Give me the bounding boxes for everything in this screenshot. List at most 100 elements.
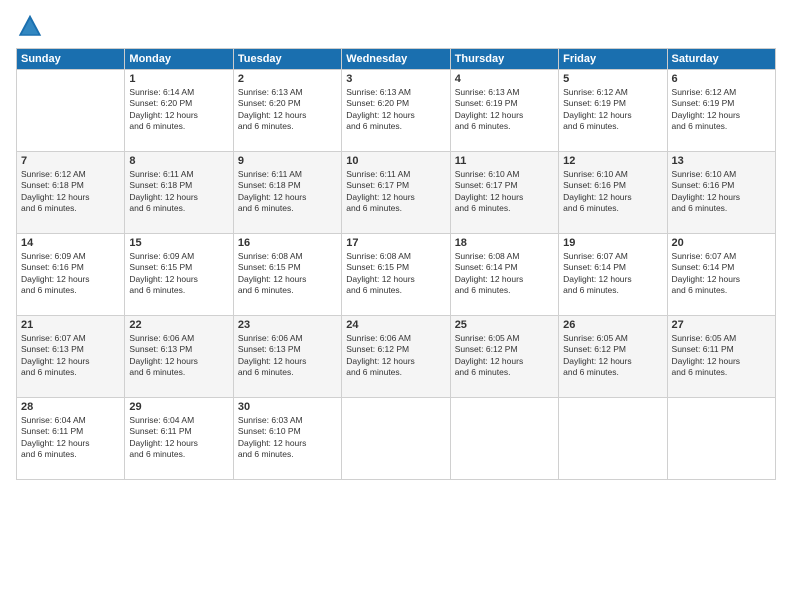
calendar-cell: 15 Sunrise: 6:09 AMSunset: 6:15 PMDayligh… [125,234,233,316]
logo-icon [16,12,44,40]
calendar-cell: 5 Sunrise: 6:12 AMSunset: 6:19 PMDaylight… [559,70,667,152]
day-number: 10 [346,155,445,167]
cell-info: Sunrise: 6:10 AMSunset: 6:16 PMDaylight:… [563,169,662,215]
calendar-cell: 16 Sunrise: 6:08 AMSunset: 6:15 PMDayligh… [233,234,341,316]
cell-info: Sunrise: 6:08 AMSunset: 6:15 PMDaylight:… [238,251,337,297]
day-number: 4 [455,73,554,85]
day-number: 26 [563,319,662,331]
calendar-cell: 29 Sunrise: 6:04 AMSunset: 6:11 PMDayligh… [125,398,233,480]
calendar-cell [342,398,450,480]
day-number: 29 [129,401,228,413]
cell-info: Sunrise: 6:12 AMSunset: 6:18 PMDaylight:… [21,169,120,215]
cell-info: Sunrise: 6:13 AMSunset: 6:19 PMDaylight:… [455,87,554,133]
day-header-monday: Monday [125,49,233,70]
day-number: 27 [672,319,771,331]
day-number: 1 [129,73,228,85]
cell-info: Sunrise: 6:13 AMSunset: 6:20 PMDaylight:… [346,87,445,133]
day-header-wednesday: Wednesday [342,49,450,70]
day-number: 15 [129,237,228,249]
header [16,12,776,40]
cell-info: Sunrise: 6:12 AMSunset: 6:19 PMDaylight:… [672,87,771,133]
calendar-week-1: 1 Sunrise: 6:14 AMSunset: 6:20 PMDaylight… [17,70,776,152]
calendar-cell: 6 Sunrise: 6:12 AMSunset: 6:19 PMDaylight… [667,70,775,152]
day-header-friday: Friday [559,49,667,70]
calendar-cell: 11 Sunrise: 6:10 AMSunset: 6:17 PMDayligh… [450,152,558,234]
cell-info: Sunrise: 6:10 AMSunset: 6:16 PMDaylight:… [672,169,771,215]
day-number: 18 [455,237,554,249]
calendar-cell: 14Sunrise: 6:09 AMSunset: 6:16 PMDayligh… [17,234,125,316]
day-number: 19 [563,237,662,249]
cell-info: Sunrise: 6:03 AMSunset: 6:10 PMDaylight:… [238,415,337,461]
page: SundayMondayTuesdayWednesdayThursdayFrid… [0,0,792,612]
cell-info: Sunrise: 6:10 AMSunset: 6:17 PMDaylight:… [455,169,554,215]
calendar-cell [559,398,667,480]
day-number: 5 [563,73,662,85]
cell-info: Sunrise: 6:04 AMSunset: 6:11 PMDaylight:… [21,415,120,461]
day-number: 28 [21,401,120,413]
calendar-cell: 13 Sunrise: 6:10 AMSunset: 6:16 PMDayligh… [667,152,775,234]
day-number: 8 [129,155,228,167]
calendar-cell: 19 Sunrise: 6:07 AMSunset: 6:14 PMDayligh… [559,234,667,316]
calendar-cell: 18 Sunrise: 6:08 AMSunset: 6:14 PMDayligh… [450,234,558,316]
calendar-cell: 21 Sunrise: 6:07 AMSunset: 6:13 PMDayligh… [17,316,125,398]
cell-info: Sunrise: 6:07 AMSunset: 6:14 PMDaylight:… [672,251,771,297]
day-number: 9 [238,155,337,167]
cell-info: Sunrise: 6:13 AMSunset: 6:20 PMDaylight:… [238,87,337,133]
calendar-cell [17,70,125,152]
day-header-thursday: Thursday [450,49,558,70]
cell-info: Sunrise: 6:04 AMSunset: 6:11 PMDaylight:… [129,415,228,461]
calendar-week-5: 28 Sunrise: 6:04 AMSunset: 6:11 PMDayligh… [17,398,776,480]
calendar-cell: 20 Sunrise: 6:07 AMSunset: 6:14 PMDayligh… [667,234,775,316]
calendar-week-3: 14Sunrise: 6:09 AMSunset: 6:16 PMDayligh… [17,234,776,316]
calendar-cell [450,398,558,480]
cell-info: Sunrise: 6:11 AMSunset: 6:18 PMDaylight:… [238,169,337,215]
day-number: 24 [346,319,445,331]
cell-info: Sunrise: 6:12 AMSunset: 6:19 PMDaylight:… [563,87,662,133]
day-number: 17 [346,237,445,249]
calendar-cell: 3 Sunrise: 6:13 AMSunset: 6:20 PMDaylight… [342,70,450,152]
calendar-cell: 24Sunrise: 6:06 AMSunset: 6:12 PMDayligh… [342,316,450,398]
calendar-cell: 1 Sunrise: 6:14 AMSunset: 6:20 PMDaylight… [125,70,233,152]
calendar-cell: 26 Sunrise: 6:05 AMSunset: 6:12 PMDayligh… [559,316,667,398]
cell-info: Sunrise: 6:14 AMSunset: 6:20 PMDaylight:… [129,87,228,133]
day-number: 2 [238,73,337,85]
cell-info: Sunrise: 6:05 AMSunset: 6:12 PMDaylight:… [563,333,662,379]
cell-info: Sunrise: 6:11 AMSunset: 6:17 PMDaylight:… [346,169,445,215]
cell-info: Sunrise: 6:09 AMSunset: 6:15 PMDaylight:… [129,251,228,297]
calendar-cell: 25Sunrise: 6:05 AMSunset: 6:12 PMDayligh… [450,316,558,398]
cell-info: Sunrise: 6:08 AMSunset: 6:15 PMDaylight:… [346,251,445,297]
cell-info: Sunrise: 6:06 AMSunset: 6:13 PMDaylight:… [238,333,337,379]
calendar-cell: 22Sunrise: 6:06 AMSunset: 6:13 PMDayligh… [125,316,233,398]
cell-info: Sunrise: 6:07 AMSunset: 6:13 PMDaylight:… [21,333,120,379]
day-number: 12 [563,155,662,167]
day-number: 20 [672,237,771,249]
calendar-cell: 9 Sunrise: 6:11 AMSunset: 6:18 PMDaylight… [233,152,341,234]
calendar-header-row: SundayMondayTuesdayWednesdayThursdayFrid… [17,49,776,70]
logo [16,12,48,40]
calendar-cell: 7 Sunrise: 6:12 AMSunset: 6:18 PMDaylight… [17,152,125,234]
day-number: 16 [238,237,337,249]
day-header-saturday: Saturday [667,49,775,70]
cell-info: Sunrise: 6:09 AMSunset: 6:16 PMDaylight:… [21,251,120,297]
calendar-week-4: 21 Sunrise: 6:07 AMSunset: 6:13 PMDayligh… [17,316,776,398]
calendar-cell [667,398,775,480]
day-number: 30 [238,401,337,413]
cell-info: Sunrise: 6:08 AMSunset: 6:14 PMDaylight:… [455,251,554,297]
day-number: 21 [21,319,120,331]
calendar-cell: 27Sunrise: 6:05 AMSunset: 6:11 PMDayligh… [667,316,775,398]
calendar-cell: 12 Sunrise: 6:10 AMSunset: 6:16 PMDayligh… [559,152,667,234]
day-header-tuesday: Tuesday [233,49,341,70]
cell-info: Sunrise: 6:07 AMSunset: 6:14 PMDaylight:… [563,251,662,297]
calendar-cell: 17 Sunrise: 6:08 AMSunset: 6:15 PMDayligh… [342,234,450,316]
day-number: 13 [672,155,771,167]
calendar-table: SundayMondayTuesdayWednesdayThursdayFrid… [16,48,776,480]
day-number: 11 [455,155,554,167]
day-number: 6 [672,73,771,85]
cell-info: Sunrise: 6:06 AMSunset: 6:13 PMDaylight:… [129,333,228,379]
day-number: 3 [346,73,445,85]
calendar-cell: 28 Sunrise: 6:04 AMSunset: 6:11 PMDayligh… [17,398,125,480]
calendar-cell: 10 Sunrise: 6:11 AMSunset: 6:17 PMDayligh… [342,152,450,234]
day-number: 7 [21,155,120,167]
calendar-cell: 4 Sunrise: 6:13 AMSunset: 6:19 PMDaylight… [450,70,558,152]
cell-info: Sunrise: 6:05 AMSunset: 6:12 PMDaylight:… [455,333,554,379]
